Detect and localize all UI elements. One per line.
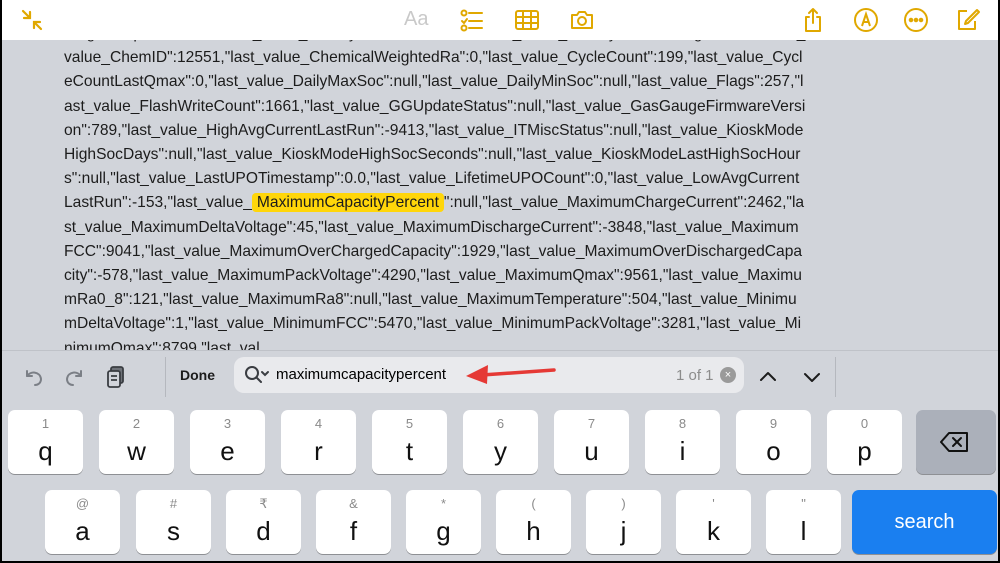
backspace-key[interactable] (916, 410, 996, 474)
key-q[interactable]: 1q (8, 410, 83, 474)
key-k[interactable]: ' k (676, 490, 751, 554)
key-l-alt: " (801, 496, 806, 511)
app-frame: Aa value_ChemID":12551,"last_value_Chemi… (2, 0, 998, 561)
share-icon[interactable] (799, 6, 827, 34)
markup-icon[interactable] (852, 6, 880, 34)
clipboard-icon[interactable] (102, 363, 130, 391)
redo-icon[interactable] (60, 363, 88, 391)
key-p-alt: 0 (860, 416, 869, 431)
key-e-alt: 3 (223, 416, 232, 431)
key-k-alt: ' (712, 496, 715, 511)
collapse-icon[interactable] (18, 6, 46, 34)
key-h[interactable]: (h (496, 490, 571, 554)
key-r-letter: r (314, 436, 323, 466)
key-k-letter: k (707, 516, 720, 546)
key-l[interactable]: " l (766, 490, 841, 554)
note-text: erageTemperature":28,"last_value_Battery… (64, 40, 806, 350)
key-r-alt: 4 (314, 416, 323, 431)
findbar-divider-right (835, 357, 836, 397)
key-f-alt: & (349, 496, 358, 511)
note-body[interactable]: erageTemperature":28,"last_value_Battery… (2, 40, 998, 350)
key-q-alt: 1 (41, 416, 50, 431)
key-s-letter: s (167, 516, 180, 546)
clear-search-icon[interactable]: × (720, 367, 736, 383)
key-i[interactable]: 8i (645, 410, 720, 474)
undo-icon[interactable] (20, 363, 48, 391)
note-text-before: erageTemperature":28,"last_value_Battery… (64, 40, 806, 212)
key-w[interactable]: 2w (99, 410, 174, 474)
key-p[interactable]: 0p (827, 410, 902, 474)
search-options-icon[interactable] (244, 364, 270, 386)
key-u[interactable]: 7u (554, 410, 629, 474)
key-d[interactable]: ₹ d (226, 490, 301, 554)
key-u-alt: 7 (587, 416, 596, 431)
search-match-highlight: MaximumCapacityPercent (251, 193, 444, 213)
key-h-letter: h (526, 516, 541, 546)
key-s-alt: # (169, 496, 178, 511)
key-u-letter: u (584, 436, 599, 466)
key-j-alt: ) (621, 496, 626, 511)
key-r[interactable]: 4r (281, 410, 356, 474)
key-f[interactable]: & f (316, 490, 391, 554)
note-text-after: ":null,"last_value_MaximumChargeCurrent"… (64, 194, 805, 350)
key-a-alt: @ (75, 496, 90, 511)
chevron-up-icon[interactable] (754, 363, 782, 391)
table-icon[interactable] (513, 6, 541, 34)
key-i-letter: i (679, 436, 686, 466)
key-h-alt: ( (531, 496, 536, 511)
key-o-letter: o (766, 436, 781, 466)
key-y[interactable]: 6y (463, 410, 538, 474)
key-y-letter: y (494, 436, 507, 466)
key-o-alt: 9 (769, 416, 778, 431)
notes-toolbar: Aa (2, 0, 998, 40)
key-d-alt: ₹ (259, 496, 268, 511)
format-button[interactable]: Aa (404, 8, 428, 31)
camera-icon[interactable] (568, 6, 596, 34)
key-i-alt: 8 (678, 416, 687, 431)
key-g[interactable]: * g (406, 490, 481, 554)
key-q-letter: q (38, 436, 53, 466)
key-g-alt: * (440, 496, 447, 511)
more-icon[interactable] (902, 6, 930, 34)
key-w-letter: w (127, 436, 146, 466)
key-t[interactable]: 5t (372, 410, 447, 474)
find-search-input[interactable]: maximumcapacitypercent (276, 366, 446, 383)
key-f-letter: f (349, 516, 358, 546)
key-t-alt: 5 (405, 416, 414, 431)
key-w-alt: 2 (132, 416, 141, 431)
key-a-letter: a (75, 516, 90, 546)
key-j-letter: j (620, 516, 627, 546)
key-t-letter: t (405, 436, 414, 466)
chevron-down-icon[interactable] (798, 363, 826, 391)
key-s[interactable]: # s (136, 490, 211, 554)
key-l-letter: l (800, 516, 807, 546)
compose-icon[interactable] (954, 6, 982, 34)
key-o[interactable]: 9o (736, 410, 811, 474)
key-e[interactable]: 3e (190, 410, 265, 474)
done-button[interactable]: Done (180, 367, 215, 383)
key-y-alt: 6 (496, 416, 505, 431)
backspace-icon (940, 432, 968, 452)
key-p-letter: p (857, 436, 872, 466)
key-e-letter: e (220, 436, 235, 466)
key-d-letter: d (256, 516, 271, 546)
key-a[interactable]: @ a (45, 490, 120, 554)
search-key[interactable]: search (852, 490, 997, 554)
key-g-letter: g (436, 516, 451, 546)
match-count: 1 of 1 (676, 367, 714, 384)
checklist-icon[interactable] (458, 6, 486, 34)
key-j[interactable]: ) j (586, 490, 661, 554)
annotation-arrow-icon (466, 365, 556, 384)
findbar-divider-left (165, 357, 166, 397)
